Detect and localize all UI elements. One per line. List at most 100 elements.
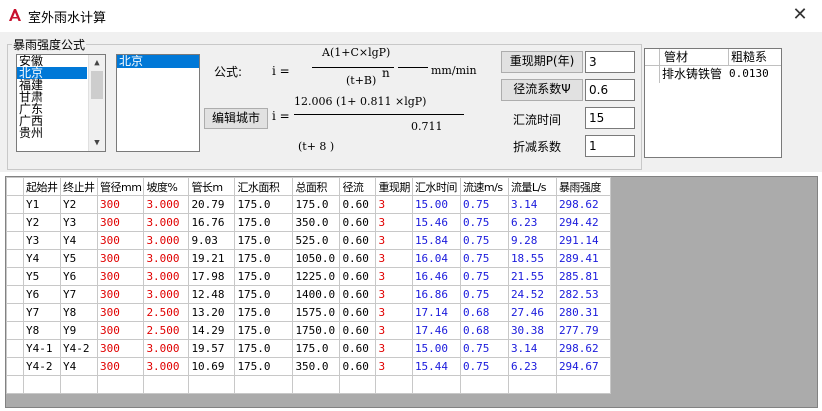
grid-cell[interactable]: 30.38: [507, 321, 557, 340]
grid-column-header[interactable]: 流量L/s: [507, 177, 557, 196]
grid-cell[interactable]: [188, 375, 236, 394]
edit-city-button[interactable]: 编辑城市: [204, 108, 268, 129]
province-list-scrollbar[interactable]: ▲ ▼: [88, 55, 105, 151]
reduction-input[interactable]: 1: [585, 135, 635, 157]
grid-cell[interactable]: 10.69: [188, 357, 236, 376]
row-header[interactable]: [6, 249, 24, 268]
material-coef-cell[interactable]: 0.0130: [729, 66, 781, 82]
grid-cell[interactable]: 16.46: [411, 267, 461, 286]
grid-cell[interactable]: Y4-2: [60, 339, 98, 358]
grid-column-header[interactable]: 重现期: [375, 177, 413, 196]
grid-cell[interactable]: 289.41: [555, 249, 611, 268]
table-row[interactable]: Y4 Y5 300 3.000 19.21 175.0 1050.0 0.60 3 16.04 0.…: [6, 249, 611, 268]
grid-cell[interactable]: [23, 375, 61, 394]
grid-cell[interactable]: 3.000: [143, 213, 190, 232]
table-row[interactable]: Y7 Y8 300 2.500 13.20 175.0 1575.0 0.60 3 17.14 0.…: [6, 303, 611, 322]
grid-cell[interactable]: 0.75: [459, 213, 509, 232]
grid-cell[interactable]: [60, 375, 98, 394]
grid-cell[interactable]: 19.21: [188, 249, 236, 268]
grid-cell[interactable]: 0.75: [459, 195, 509, 214]
grid-cell[interactable]: 282.53: [555, 285, 611, 304]
grid-cell[interactable]: 15.00: [411, 339, 461, 358]
grid-cell[interactable]: 0.60: [339, 231, 377, 250]
grid-cell[interactable]: 300: [96, 249, 145, 268]
grid-cell[interactable]: 0.60: [339, 357, 377, 376]
pipe-calc-grid[interactable]: 起始井 终止井 管径mm 坡度% 管长m 汇水面积 总面积 径流 重现期 汇水时间 流速m/s 流量L…: [5, 176, 818, 408]
grid-cell[interactable]: 21.55: [507, 267, 557, 286]
grid-cell[interactable]: 16.86: [411, 285, 461, 304]
close-button[interactable]: ✕: [788, 4, 812, 26]
grid-cell[interactable]: 300: [96, 357, 145, 376]
row-header[interactable]: [6, 195, 24, 214]
grid-cell[interactable]: 0.60: [339, 285, 377, 304]
table-row[interactable]: Y4-1 Y4-2 300 3.000 19.57 175.0 175.0 0.60 3 15.0…: [6, 339, 611, 358]
table-row[interactable]: Y5 Y6 300 3.000 17.98 175.0 1225.0 0.60 3 16.46 0.…: [6, 267, 611, 286]
grid-column-header[interactable]: 起始井: [23, 177, 61, 196]
material-header-name[interactable]: 管材: [660, 49, 729, 66]
grid-cell[interactable]: Y1: [23, 195, 61, 214]
grid-cell[interactable]: 1050.0: [292, 249, 341, 268]
grid-cell[interactable]: 27.46: [507, 303, 557, 322]
grid-cell[interactable]: 15.44: [411, 357, 461, 376]
grid-cell[interactable]: 0.75: [459, 267, 509, 286]
table-row[interactable]: Y3 Y4 300 3.000 9.03 175.0 525.0 0.60 3 15.84 0.75…: [6, 231, 611, 250]
scroll-up-icon[interactable]: ▲: [89, 55, 105, 71]
grid-cell[interactable]: 6.23: [507, 357, 557, 376]
grid-column-header[interactable]: 暴雨强度: [555, 177, 611, 196]
grid-cell[interactable]: 300: [96, 303, 145, 322]
runoff-coef-input[interactable]: 0.6: [585, 79, 635, 101]
grid-cell[interactable]: [339, 375, 377, 394]
table-row[interactable]: Y6 Y7 300 3.000 12.48 175.0 1400.0 0.60 3 16.86 0.…: [6, 285, 611, 304]
row-header[interactable]: [6, 285, 24, 304]
grid-cell[interactable]: [234, 375, 294, 394]
grid-cell[interactable]: 15.00: [411, 195, 461, 214]
grid-cell[interactable]: 175.0: [234, 213, 294, 232]
grid-cell[interactable]: 175.0: [234, 249, 294, 268]
grid-cell[interactable]: Y7: [60, 285, 98, 304]
grid-cell[interactable]: Y3: [23, 231, 61, 250]
grid-cell[interactable]: 175.0: [234, 231, 294, 250]
grid-cell[interactable]: 0.60: [339, 303, 377, 322]
pipe-material-table[interactable]: 管材 粗糙系 排水铸铁管 0.0130: [644, 48, 782, 158]
grid-column-header[interactable]: 径流: [339, 177, 377, 196]
grid-cell[interactable]: 291.14: [555, 231, 611, 250]
grid-cell[interactable]: 3.000: [143, 195, 190, 214]
grid-cell[interactable]: 0.68: [459, 321, 509, 340]
grid-cell[interactable]: 3.000: [143, 339, 190, 358]
grid-column-header[interactable]: 管径mm: [96, 177, 145, 196]
grid-cell[interactable]: Y4-2: [23, 357, 61, 376]
grid-cell[interactable]: Y9: [60, 321, 98, 340]
grid-cell[interactable]: 294.42: [555, 213, 611, 232]
grid-cell[interactable]: 3: [375, 285, 413, 304]
grid-cell[interactable]: 350.0: [292, 213, 341, 232]
grid-cell[interactable]: 280.31: [555, 303, 611, 322]
grid-cell[interactable]: 3: [375, 339, 413, 358]
row-header[interactable]: [6, 375, 24, 394]
grid-cell[interactable]: Y4-1: [23, 339, 61, 358]
grid-cell[interactable]: Y4: [60, 231, 98, 250]
grid-cell[interactable]: 15.46: [411, 213, 461, 232]
grid-cell[interactable]: 1400.0: [292, 285, 341, 304]
grid-cell[interactable]: Y2: [23, 213, 61, 232]
grid-cell[interactable]: 350.0: [292, 357, 341, 376]
grid-cell[interactable]: Y2: [60, 195, 98, 214]
grid-cell[interactable]: 0.60: [339, 213, 377, 232]
grid-cell[interactable]: 285.81: [555, 267, 611, 286]
province-item[interactable]: 贵州: [17, 127, 87, 139]
grid-cell[interactable]: 0.75: [459, 231, 509, 250]
grid-cell[interactable]: 3: [375, 267, 413, 286]
grid-column-header[interactable]: 汇水时间: [411, 177, 461, 196]
grid-cell[interactable]: 0.60: [339, 249, 377, 268]
grid-column-header[interactable]: 管长m: [188, 177, 236, 196]
grid-cell[interactable]: 277.79: [555, 321, 611, 340]
grid-cell[interactable]: 6.23: [507, 213, 557, 232]
grid-cell[interactable]: 175.0: [234, 321, 294, 340]
grid-cell[interactable]: 0.60: [339, 321, 377, 340]
grid-cell[interactable]: 175.0: [234, 285, 294, 304]
grid-cell[interactable]: 175.0: [234, 267, 294, 286]
scroll-down-icon[interactable]: ▼: [89, 135, 105, 151]
grid-cell[interactable]: 20.79: [188, 195, 236, 214]
grid-cell[interactable]: 15.84: [411, 231, 461, 250]
grid-cell[interactable]: 175.0: [292, 195, 341, 214]
grid-cell[interactable]: Y4: [60, 357, 98, 376]
